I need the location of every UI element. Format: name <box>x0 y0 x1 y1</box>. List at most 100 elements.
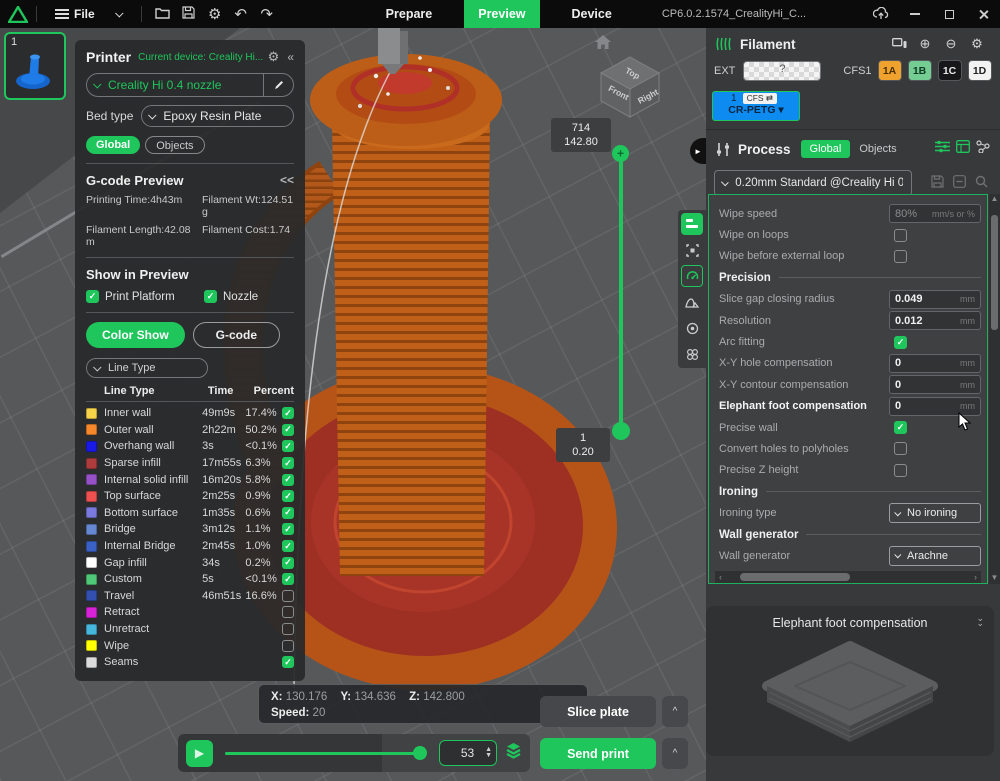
row-visibility-checkbox[interactable] <box>282 407 294 419</box>
bed-type-select[interactable]: Epoxy Resin Plate <box>141 105 294 127</box>
row-visibility-checkbox[interactable] <box>282 623 294 635</box>
xy-hole-compensation-input[interactable]: 0mm <box>889 354 981 373</box>
row-visibility-checkbox[interactable] <box>282 656 294 668</box>
wipe-before-external-loop-checkbox[interactable] <box>894 250 907 263</box>
nozzle-checkbox[interactable] <box>204 290 217 303</box>
step-stepper[interactable]: 53 ▲▼ <box>439 740 497 766</box>
row-visibility-checkbox[interactable] <box>282 557 294 569</box>
row-visibility-checkbox[interactable] <box>282 640 294 652</box>
row-visibility-checkbox[interactable] <box>282 457 294 469</box>
step-down-icon[interactable]: ▼ <box>485 753 492 759</box>
tab-global-left[interactable]: Global <box>86 136 140 154</box>
save-icon[interactable] <box>176 6 202 22</box>
cfs-slot-1c[interactable]: 1C <box>938 60 962 81</box>
slice-plate-button[interactable]: Slice plate <box>540 696 656 727</box>
current-device-link[interactable]: Current device: Creality Hi... <box>138 52 268 63</box>
row-visibility-checkbox[interactable] <box>282 540 294 552</box>
layer-slider-top-handle[interactable] <box>612 145 629 162</box>
compare-presets-icon[interactable] <box>976 140 990 158</box>
delete-preset-icon[interactable] <box>948 175 970 191</box>
target-icon[interactable] <box>681 317 703 339</box>
tab-prepare[interactable]: Prepare <box>372 0 447 28</box>
cfs-swap-chip[interactable]: CFS ⇄ <box>743 93 777 104</box>
remove-filament-icon[interactable]: ⊖ <box>938 36 964 52</box>
wall-generator-select[interactable]: Arachne <box>889 546 981 566</box>
animation-slider-handle[interactable] <box>413 746 427 760</box>
row-visibility-checkbox[interactable] <box>282 590 294 602</box>
tab-objects-right[interactable]: Objects <box>850 140 905 158</box>
collapse-gcode-icon[interactable]: << <box>280 173 294 188</box>
filament-settings-icon[interactable]: ⚙ <box>964 36 990 52</box>
panel-expand-handle[interactable]: ► <box>690 138 706 164</box>
slice-options-caret[interactable]: ^ <box>662 696 688 727</box>
arc-fitting-checkbox[interactable] <box>894 336 907 349</box>
layers-icon[interactable] <box>505 742 522 765</box>
collapse-panel-icon[interactable]: « <box>287 50 294 64</box>
open-folder-icon[interactable] <box>150 7 176 22</box>
row-visibility-checkbox[interactable] <box>282 573 294 585</box>
ironing-type-select[interactable]: No ironing <box>889 503 981 523</box>
advanced-table-icon[interactable] <box>956 140 970 158</box>
row-visibility-checkbox[interactable] <box>282 523 294 535</box>
convert-holes-to-polyholes-checkbox[interactable] <box>894 442 907 455</box>
row-visibility-checkbox[interactable] <box>282 507 294 519</box>
send-options-caret[interactable]: ^ <box>662 738 688 769</box>
view-cube[interactable]: Top Front Right <box>597 53 663 119</box>
edit-printer-icon[interactable] <box>263 74 293 96</box>
tab-preview[interactable]: Preview <box>464 0 539 28</box>
collapse-tooltip-icon[interactable]: ⌄⌄ <box>976 616 984 626</box>
active-filament-card[interactable]: 1CFS ⇄ CR-PETG ▾ <box>712 91 800 121</box>
precise-wall-checkbox[interactable] <box>894 421 907 434</box>
undo-icon[interactable]: ↶ <box>228 5 254 23</box>
slice-gap-closing-radius-input[interactable]: 0.049mm <box>889 290 981 309</box>
xy-contour-compensation-input[interactable]: 0mm <box>889 375 981 394</box>
nozzle-select[interactable]: Creality Hi 0.4 nozzle <box>86 73 294 97</box>
settings-gear-icon[interactable]: ⚙ <box>202 5 228 23</box>
vertical-scrollbar[interactable]: ▲▼ <box>989 194 1000 584</box>
wipe-on-loops-checkbox[interactable] <box>894 229 907 242</box>
row-visibility-checkbox[interactable] <box>282 440 294 452</box>
cloud-upload-icon[interactable] <box>864 0 898 28</box>
row-visibility-checkbox[interactable] <box>282 490 294 502</box>
printer-gear-icon[interactable]: ⚙ <box>268 49 280 65</box>
row-visibility-checkbox[interactable] <box>282 606 294 618</box>
menu-icon[interactable] <box>55 9 69 19</box>
print-platform-checkbox[interactable] <box>86 290 99 303</box>
clover-circles-icon[interactable] <box>681 343 703 365</box>
redo-icon[interactable]: ↷ <box>254 5 280 23</box>
line-type-list-icon[interactable] <box>681 213 703 235</box>
tab-device[interactable]: Device <box>558 0 626 28</box>
tab-global-right[interactable]: Global <box>801 140 851 158</box>
chevron-down-icon[interactable] <box>115 9 123 17</box>
ext-filament-swatch[interactable]: ? <box>743 61 821 81</box>
tab-objects-left[interactable]: Objects <box>145 136 204 154</box>
filament-material[interactable]: CR-PETG ▾ <box>717 104 795 116</box>
search-settings-icon[interactable] <box>970 175 992 191</box>
add-filament-icon[interactable]: ⊕ <box>912 36 938 52</box>
animation-slider[interactable] <box>225 752 425 755</box>
cfs-slot-1a[interactable]: 1A <box>878 60 902 81</box>
wipe-speed-input[interactable]: 80%mm/s or % <box>889 204 981 223</box>
sync-filament-icon[interactable] <box>886 37 912 52</box>
send-print-button[interactable]: Send print <box>540 738 656 769</box>
play-button[interactable]: ▶ <box>186 740 213 767</box>
gcode-button[interactable]: G-code <box>193 322 280 348</box>
process-preset-select[interactable]: 0.20mm Standard @Creality Hi 0.4 n... <box>714 170 912 196</box>
minimize-button[interactable] <box>898 0 932 28</box>
viewport-3d[interactable]: 1 Printer Current device: Creality Hi...… <box>0 28 706 781</box>
basic-settings-icon[interactable] <box>935 140 950 158</box>
row-visibility-checkbox[interactable] <box>282 424 294 436</box>
cfs-slot-1d[interactable]: 1D <box>968 60 992 81</box>
speed-gauge-icon[interactable] <box>681 265 703 287</box>
save-preset-icon[interactable] <box>926 175 948 191</box>
precise-z-height-checkbox[interactable] <box>894 464 907 477</box>
close-button[interactable] <box>966 0 1000 28</box>
restore-button[interactable] <box>932 0 966 28</box>
horizontal-scrollbar[interactable]: ‹› <box>715 571 981 583</box>
home-view-icon[interactable] <box>594 34 612 55</box>
layer-slider-bottom-handle[interactable] <box>612 422 630 440</box>
mountain-icon[interactable] <box>681 291 703 313</box>
resolution-input[interactable]: 0.012mm <box>889 311 981 330</box>
plate-thumbnail[interactable]: 1 <box>4 32 66 100</box>
layer-slider-track[interactable] <box>619 152 623 430</box>
